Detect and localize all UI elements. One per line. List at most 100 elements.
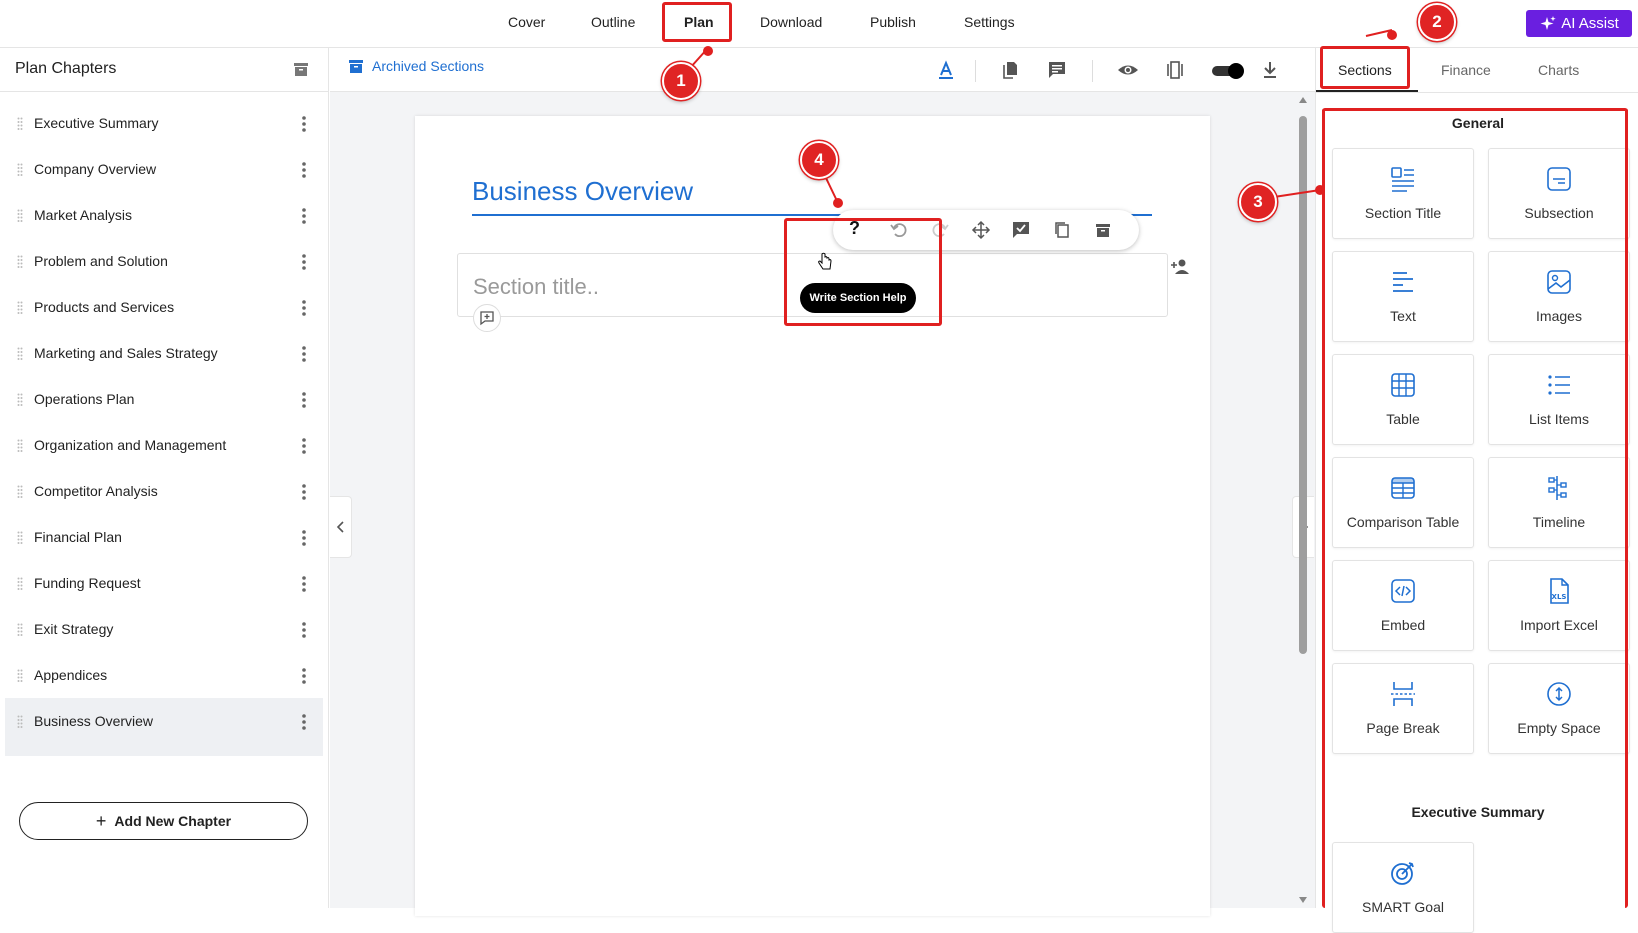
drag-handle-icon[interactable] xyxy=(17,347,23,361)
drag-handle-icon[interactable] xyxy=(17,531,23,545)
highlight-plan-tab xyxy=(662,2,732,42)
drag-handle-icon[interactable] xyxy=(17,577,23,591)
drag-handle-icon[interactable] xyxy=(17,209,23,223)
more-options-icon[interactable] xyxy=(302,346,306,362)
approve-comment-icon[interactable] xyxy=(1011,220,1031,240)
chapter-label: Company Overview xyxy=(34,161,157,177)
drag-handle-icon[interactable] xyxy=(17,715,23,729)
more-options-icon[interactable] xyxy=(302,208,306,224)
chapter-label: Appendices xyxy=(34,667,108,683)
drag-handle-icon[interactable] xyxy=(17,669,23,683)
ai-assist-button[interactable]: AI Assist xyxy=(1526,10,1632,37)
tab-download[interactable]: Download xyxy=(760,14,822,30)
chapter-label: Market Analysis xyxy=(34,207,133,223)
drag-handle-icon[interactable] xyxy=(17,393,23,407)
more-options-icon[interactable] xyxy=(302,714,306,730)
archive-icon[interactable] xyxy=(293,61,309,77)
tab-settings[interactable]: Settings xyxy=(964,14,1015,30)
chapter-label: Business Overview xyxy=(34,713,154,729)
collapse-sidebar-button[interactable] xyxy=(330,496,352,558)
archive-section-icon[interactable] xyxy=(1093,220,1113,240)
archived-sections-link[interactable]: Archived Sections xyxy=(348,58,484,74)
chapter-item[interactable]: Exit Strategy xyxy=(5,606,323,652)
add-new-chapter-button[interactable]: + Add New Chapter xyxy=(19,802,308,840)
chapter-label: Executive Summary xyxy=(34,115,159,131)
annotation-badge-2: 2 xyxy=(1418,3,1456,41)
tab-charts[interactable]: Charts xyxy=(1538,62,1579,78)
more-options-icon[interactable] xyxy=(302,484,306,500)
drag-handle-icon[interactable] xyxy=(17,117,23,131)
sparkle-icon xyxy=(1539,15,1557,33)
add-comment-icon[interactable] xyxy=(473,304,501,332)
more-options-icon[interactable] xyxy=(302,254,306,270)
chapter-item[interactable]: Appendices xyxy=(5,652,323,698)
sidebar-header: Plan Chapters xyxy=(0,48,329,92)
chapter-item[interactable]: Operations Plan xyxy=(5,376,323,422)
more-options-icon[interactable] xyxy=(302,576,306,592)
drag-handle-icon[interactable] xyxy=(17,255,23,269)
chapter-label: Financial Plan xyxy=(34,529,122,545)
more-options-icon[interactable] xyxy=(302,300,306,316)
document-copy-icon[interactable] xyxy=(1000,60,1020,80)
text-color-icon[interactable] xyxy=(936,60,956,80)
sidebar-title: Plan Chapters xyxy=(15,60,117,77)
more-options-icon[interactable] xyxy=(302,530,306,546)
move-icon[interactable] xyxy=(971,220,991,240)
more-options-icon[interactable] xyxy=(302,622,306,638)
ai-assist-label: AI Assist xyxy=(1561,15,1619,32)
chapter-label: Products and Services xyxy=(34,299,175,315)
annotation-badge-3: 3 xyxy=(1239,183,1277,221)
duplicate-icon[interactable] xyxy=(1052,220,1072,240)
chapter-item[interactable]: Executive Summary xyxy=(5,100,323,146)
page-width-icon[interactable] xyxy=(1165,60,1185,80)
chapter-item[interactable]: Financial Plan xyxy=(5,514,323,560)
document-title[interactable]: Business Overview xyxy=(472,176,693,207)
more-options-icon[interactable] xyxy=(302,162,306,178)
annotation-badge-4: 4 xyxy=(800,141,838,179)
chapter-label: Exit Strategy xyxy=(34,621,114,637)
toggle-switch[interactable] xyxy=(1210,62,1246,80)
archive-box-icon xyxy=(348,58,364,74)
add-person-icon[interactable] xyxy=(1170,258,1190,276)
archived-sections-label: Archived Sections xyxy=(372,58,485,74)
chapter-label: Operations Plan xyxy=(34,391,135,407)
drag-handle-icon[interactable] xyxy=(17,485,23,499)
more-options-icon[interactable] xyxy=(302,668,306,684)
drag-handle-icon[interactable] xyxy=(17,301,23,315)
chapter-item[interactable]: Marketing and Sales Strategy xyxy=(5,330,323,376)
more-options-icon[interactable] xyxy=(302,392,306,408)
annotation-badge-1: 1 xyxy=(662,62,700,100)
eye-icon[interactable] xyxy=(1117,60,1139,80)
chapter-item[interactable]: Organization and Management xyxy=(5,422,323,468)
plan-chapters-sidebar: Plan Chapters Executive Summary Company O… xyxy=(0,48,329,908)
section-title-placeholder[interactable]: Section title.. xyxy=(473,274,599,300)
chapter-label: Organization and Management xyxy=(34,437,227,453)
download-icon[interactable] xyxy=(1260,60,1280,80)
chapter-item[interactable]: Company Overview xyxy=(5,146,323,192)
chapter-item[interactable]: Market Analysis xyxy=(5,192,323,238)
drag-handle-icon[interactable] xyxy=(17,439,23,453)
plus-icon: + xyxy=(95,810,107,831)
chevron-left-icon xyxy=(336,520,346,534)
panel-divider xyxy=(1316,92,1638,93)
tab-cover[interactable]: Cover xyxy=(508,14,545,30)
more-options-icon[interactable] xyxy=(302,438,306,454)
tab-finance[interactable]: Finance xyxy=(1441,62,1491,78)
highlight-sections-panel xyxy=(1322,108,1628,908)
editor-scrollbar[interactable] xyxy=(1296,96,1308,908)
drag-handle-icon[interactable] xyxy=(17,623,23,637)
chapter-item[interactable]: Products and Services xyxy=(5,284,323,330)
chapter-item[interactable]: Problem and Solution xyxy=(5,238,323,284)
chapter-item[interactable]: Business Overview xyxy=(5,698,323,756)
tab-publish[interactable]: Publish xyxy=(870,14,916,30)
chapter-item[interactable]: Funding Request xyxy=(5,560,323,606)
highlight-help-button xyxy=(784,218,942,326)
chapter-item[interactable]: Competitor Analysis xyxy=(5,468,323,514)
chapter-label: Funding Request xyxy=(34,575,141,591)
scrollbar-thumb[interactable] xyxy=(1299,116,1307,654)
drag-handle-icon[interactable] xyxy=(17,163,23,177)
tab-outline[interactable]: Outline xyxy=(591,14,635,30)
more-options-icon[interactable] xyxy=(302,116,306,132)
comment-icon[interactable] xyxy=(1047,60,1067,80)
highlight-sections-tab xyxy=(1320,46,1410,89)
